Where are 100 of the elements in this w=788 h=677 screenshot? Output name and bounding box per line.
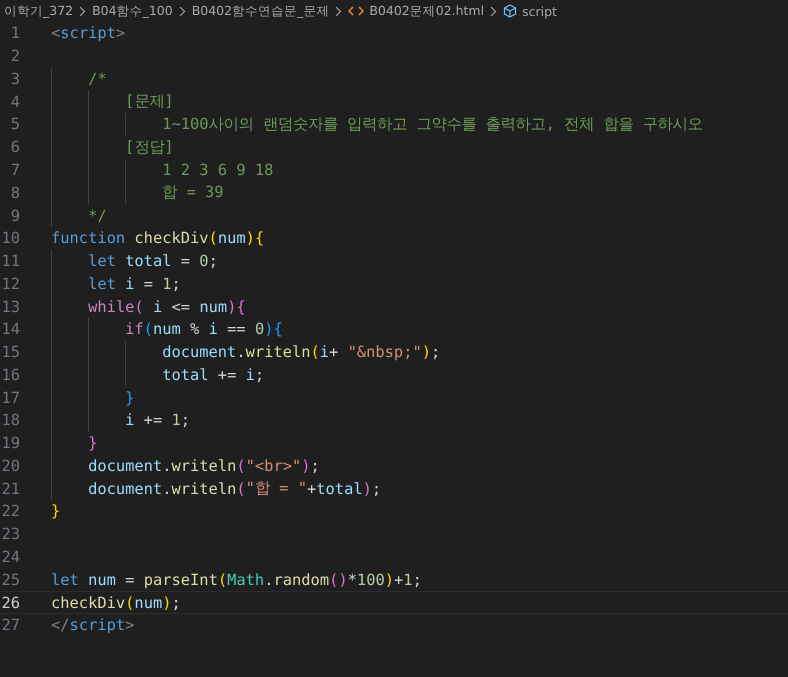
code-token: if bbox=[124, 320, 144, 338]
code-token: = bbox=[142, 274, 154, 293]
code-token: 1 bbox=[162, 274, 172, 293]
code-token: document bbox=[87, 480, 162, 498]
code-token: ) bbox=[362, 480, 372, 498]
line-number: 20 bbox=[0, 456, 20, 475]
code-token: ) bbox=[227, 298, 236, 316]
code-token: { bbox=[254, 229, 264, 248]
code-token: i bbox=[208, 320, 218, 338]
code-token: } bbox=[87, 434, 98, 452]
line-number: 13 bbox=[0, 298, 20, 316]
code-token: () bbox=[329, 570, 348, 589]
code-token: ( bbox=[144, 320, 153, 338]
code-token: total bbox=[316, 480, 363, 498]
code-token: ; bbox=[431, 343, 440, 362]
code-token: i bbox=[246, 366, 255, 384]
code-token: 100 bbox=[356, 570, 385, 589]
chevron-icon bbox=[335, 6, 342, 16]
code-token: < bbox=[51, 24, 60, 42]
line-number: 6 bbox=[10, 138, 20, 156]
code-token: </ bbox=[51, 616, 70, 634]
code-token: let bbox=[87, 274, 116, 293]
code-token: checkDiv bbox=[133, 229, 209, 248]
code-token: while bbox=[87, 298, 134, 316]
code-token: i bbox=[152, 298, 162, 316]
code-token: ( bbox=[236, 456, 246, 475]
code-token: ( bbox=[236, 480, 246, 498]
code-token: num bbox=[87, 570, 116, 589]
code-token: Math bbox=[227, 570, 264, 589]
breadcrumb-item[interactable]: B0402문제02.html bbox=[348, 2, 484, 20]
line-number: 5 bbox=[10, 115, 20, 134]
line-number: 9 bbox=[10, 206, 20, 224]
code-token: i bbox=[124, 274, 134, 293]
code-token: ; bbox=[310, 456, 320, 475]
code-token: } bbox=[124, 388, 134, 407]
line-number: 11 bbox=[0, 252, 20, 270]
code-token: "<br>" bbox=[246, 456, 302, 475]
code-token: num bbox=[199, 298, 228, 316]
html-file-icon bbox=[348, 5, 364, 17]
code-token: document bbox=[161, 343, 236, 362]
code-token: ; bbox=[172, 594, 181, 612]
code-token: + bbox=[394, 570, 404, 589]
code-token: 1 bbox=[171, 411, 181, 430]
line-number: 17 bbox=[0, 388, 20, 407]
code-token: ( bbox=[134, 298, 144, 316]
line-number: 15 bbox=[0, 343, 20, 362]
code-token: function bbox=[51, 229, 126, 248]
code-token: script bbox=[60, 24, 116, 42]
code-token: + bbox=[329, 343, 338, 362]
code-token: total bbox=[161, 366, 209, 384]
code-token: num bbox=[134, 594, 162, 612]
code-token: random bbox=[273, 570, 330, 589]
line-number: 25 bbox=[0, 570, 20, 589]
code-token: { bbox=[236, 298, 246, 316]
breadcrumb-item[interactable]: 이학기_372 bbox=[4, 2, 74, 20]
code-token: > bbox=[116, 24, 126, 42]
line-number: 4 bbox=[10, 92, 20, 111]
code-token: [문제] bbox=[124, 91, 174, 112]
code-token: . bbox=[264, 570, 274, 589]
line-number: 8 bbox=[10, 184, 20, 202]
line-number: 23 bbox=[0, 525, 20, 544]
code-token: ( bbox=[310, 343, 320, 362]
code-token: /* bbox=[87, 70, 107, 88]
line-number: 10 bbox=[0, 229, 20, 248]
code-token: ; bbox=[372, 480, 382, 498]
code-token: ; bbox=[412, 570, 422, 589]
code-token: 1~100사이의 랜덤숫자를 입력하고 그약수를 출력하고, 전체 합을 구하시오 bbox=[161, 114, 703, 135]
code-token: ; bbox=[208, 252, 218, 270]
code-token: % bbox=[189, 320, 200, 338]
code-token: "&nbsp;" bbox=[346, 343, 422, 362]
code-token: ) bbox=[301, 456, 311, 475]
code-token: . bbox=[236, 343, 246, 362]
code-token: checkDiv bbox=[51, 594, 126, 612]
code-token: += bbox=[216, 366, 238, 384]
code-token: += bbox=[142, 411, 164, 430]
code-token: . bbox=[162, 456, 172, 475]
line-number: 12 bbox=[0, 274, 20, 293]
code-token: i bbox=[124, 411, 134, 430]
line-number: 14 bbox=[0, 320, 20, 338]
line-number: 2 bbox=[10, 47, 20, 66]
line-number: 27 bbox=[0, 616, 20, 634]
breadcrumb-item[interactable]: B0402함수연습문_문제 bbox=[192, 2, 330, 20]
line-number: 21 bbox=[0, 480, 20, 498]
breadcrumb-item[interactable]: script bbox=[503, 4, 557, 18]
code-token: ; bbox=[254, 366, 264, 384]
code-token: let bbox=[87, 252, 116, 270]
code-token: writeln bbox=[246, 343, 310, 362]
code-token: "합 = " bbox=[246, 478, 307, 500]
code-token: ; bbox=[172, 274, 181, 293]
chevron-icon bbox=[490, 6, 498, 16]
breadcrumb-item[interactable]: B04함수_100 bbox=[92, 2, 173, 20]
code-token: let bbox=[51, 570, 79, 589]
code-token: * bbox=[348, 570, 357, 589]
code-token: . bbox=[162, 480, 172, 498]
code-token: ; bbox=[180, 411, 190, 430]
code-token: ) bbox=[422, 343, 432, 362]
code-token: = bbox=[124, 570, 136, 589]
line-number: 18 bbox=[0, 411, 20, 430]
code-token: num bbox=[218, 229, 246, 248]
code-token: script bbox=[70, 616, 126, 634]
